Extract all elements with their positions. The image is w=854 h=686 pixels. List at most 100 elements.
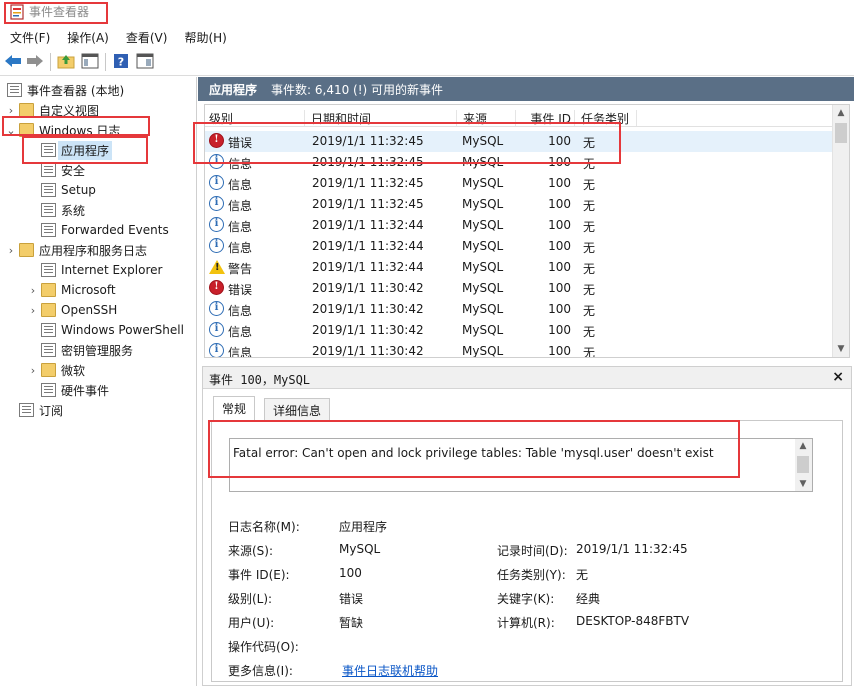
tree-item[interactable]: 事件查看器 (本地) <box>4 80 124 100</box>
tree-item[interactable]: Windows PowerShell <box>28 320 184 340</box>
event-row[interactable]: ! 错误 2019/1/1 11:30:42 MySQL 100 无 <box>205 278 833 299</box>
show-hide-tree-button[interactable] <box>80 51 100 71</box>
scroll-thumb[interactable] <box>797 456 809 473</box>
toolbar: ? <box>0 48 854 76</box>
event-list-scrollbar[interactable]: ▲ ▼ <box>832 105 849 357</box>
cell-event-id: 100 <box>548 281 571 295</box>
menu-file[interactable]: 文件(F) <box>0 27 57 47</box>
column-task-category[interactable]: 任务类别 <box>577 110 637 126</box>
column-event-id[interactable]: 事件 ID <box>517 110 575 126</box>
source-label: 来源(S): <box>228 544 274 558</box>
tree-item[interactable]: Internet Explorer <box>28 260 162 280</box>
cell-date-time: 2019/1/1 11:32:44 <box>312 260 424 274</box>
cell-source: MySQL <box>462 197 504 211</box>
cell-event-id: 100 <box>548 323 571 337</box>
event-row[interactable]: ! 错误 2019/1/1 11:32:45 MySQL 100 无 <box>205 131 833 152</box>
cell-date-time: 2019/1/1 11:32:44 <box>312 239 424 253</box>
level-value: 错误 <box>339 592 364 606</box>
show-hide-action-pane-button[interactable] <box>135 51 155 71</box>
tree-item[interactable]: › Microsoft <box>28 280 116 300</box>
event-row[interactable]: i 信息 2019/1/1 11:32:44 MySQL 100 无 <box>205 236 833 257</box>
menu-bar: 文件(F) 操作(A) 查看(V) 帮助(H) <box>0 27 854 47</box>
cell-date-time: 2019/1/1 11:32:45 <box>312 155 424 169</box>
menu-action[interactable]: 操作(A) <box>57 27 116 47</box>
event-row[interactable]: ! 警告 2019/1/1 11:32:44 MySQL 100 无 <box>205 257 833 278</box>
tab-general[interactable]: 常规 <box>213 396 256 420</box>
event-message-box[interactable]: Fatal error: Can't open and lock privile… <box>229 438 813 492</box>
message-scrollbar[interactable]: ▲ ▼ <box>795 439 812 491</box>
chevron-down-icon[interactable]: ⌄ <box>6 124 16 137</box>
tree-item[interactable]: 密钥管理服务 <box>28 340 133 360</box>
cell-source: MySQL <box>462 239 504 253</box>
tree-item[interactable]: ⌄ Windows 日志 <box>6 120 120 140</box>
tree-item[interactable]: 安全 <box>28 160 85 180</box>
chevron-right-icon[interactable]: › <box>6 104 16 117</box>
tree-item-label: 订阅 <box>39 403 64 418</box>
cell-source: MySQL <box>462 176 504 190</box>
up-folder-button[interactable] <box>56 51 76 71</box>
column-source[interactable]: 来源 <box>459 110 516 126</box>
tree-item[interactable]: Forwarded Events <box>28 220 169 240</box>
tree-item[interactable]: › 自定义视图 <box>6 100 99 120</box>
chevron-right-icon[interactable]: › <box>6 244 16 257</box>
keywords-value: 经典 <box>576 592 601 606</box>
event-log-icon <box>41 343 56 357</box>
console-tree-icon <box>81 53 99 69</box>
event-row[interactable]: i 信息 2019/1/1 11:32:45 MySQL 100 无 <box>205 152 833 173</box>
log-header: 应用程序 事件数: 6,410 (!) 可用的新事件 <box>198 77 854 101</box>
scroll-down-icon[interactable]: ▼ <box>795 477 811 491</box>
event-row[interactable]: i 信息 2019/1/1 11:32:45 MySQL 100 无 <box>205 173 833 194</box>
help-icon: ? <box>114 54 128 69</box>
tree-item-label: OpenSSH <box>61 303 118 317</box>
scroll-thumb[interactable] <box>835 123 847 143</box>
back-button[interactable] <box>3 51 23 71</box>
forward-button[interactable] <box>25 51 45 71</box>
cell-task-category: 无 <box>583 304 596 318</box>
cell-source: MySQL <box>462 260 504 274</box>
event-log-icon <box>41 323 56 337</box>
column-level[interactable]: 级别 <box>205 110 305 126</box>
tree-item[interactable]: › 微软 <box>28 360 85 380</box>
tree-item-label: Forwarded Events <box>61 223 169 237</box>
keywords-label: 关键字(K): <box>497 592 555 606</box>
error-icon: ! <box>209 133 224 148</box>
menu-help[interactable]: 帮助(H) <box>174 27 233 47</box>
tab-details[interactable]: 详细信息 <box>264 398 331 420</box>
event-row[interactable]: i 信息 2019/1/1 11:32:45 MySQL 100 无 <box>205 194 833 215</box>
event-row[interactable]: i 信息 2019/1/1 11:30:42 MySQL 100 无 <box>205 299 833 320</box>
user-value: 暂缺 <box>339 616 364 630</box>
toolbar-separator <box>105 53 106 71</box>
cell-task-category: 无 <box>583 220 596 234</box>
event-row[interactable]: i 信息 2019/1/1 11:30:42 MySQL 100 无 <box>205 320 833 341</box>
chevron-right-icon[interactable]: › <box>28 284 38 297</box>
event-count: 事件数: 6,410 (!) 可用的新事件 <box>271 82 444 97</box>
chevron-right-icon[interactable]: › <box>28 304 38 317</box>
close-icon[interactable]: × <box>832 369 844 385</box>
tree-item[interactable]: Setup <box>28 180 96 200</box>
cell-source: MySQL <box>462 281 504 295</box>
column-date-time[interactable]: 日期和时间 <box>307 110 457 126</box>
scroll-down-icon[interactable]: ▼ <box>833 341 849 357</box>
event-row[interactable]: i 信息 2019/1/1 11:32:44 MySQL 100 无 <box>205 215 833 236</box>
help-button[interactable]: ? <box>111 51 131 71</box>
cell-event-id: 100 <box>548 344 571 358</box>
chevron-right-icon[interactable]: › <box>28 364 38 377</box>
tree-item[interactable]: 系统 <box>28 200 85 220</box>
scroll-up-icon[interactable]: ▲ <box>795 439 811 453</box>
tree-item[interactable]: › 应用程序和服务日志 <box>6 240 147 260</box>
event-row[interactable]: i 信息 2019/1/1 11:30:42 MySQL 100 无 <box>205 341 833 358</box>
tree-item[interactable]: 应用程序 <box>28 140 113 160</box>
tree-item-label: Setup <box>61 183 96 197</box>
menu-view[interactable]: 查看(V) <box>116 27 175 47</box>
online-help-link[interactable]: 事件日志联机帮助 <box>342 662 438 679</box>
tree-item-label: Microsoft <box>61 283 116 297</box>
tree-item-label: 自定义视图 <box>39 103 100 118</box>
cell-source: MySQL <box>462 218 504 232</box>
tree-item-label: 应用程序和服务日志 <box>39 243 148 258</box>
log-name-label: 日志名称(M): <box>228 520 300 534</box>
scroll-up-icon[interactable]: ▲ <box>833 105 849 121</box>
log-title: 应用程序 <box>209 82 258 97</box>
tree-item[interactable]: 订阅 <box>6 400 63 420</box>
tree-item[interactable]: 硬件事件 <box>28 380 109 400</box>
tree-item[interactable]: › OpenSSH <box>28 300 117 320</box>
